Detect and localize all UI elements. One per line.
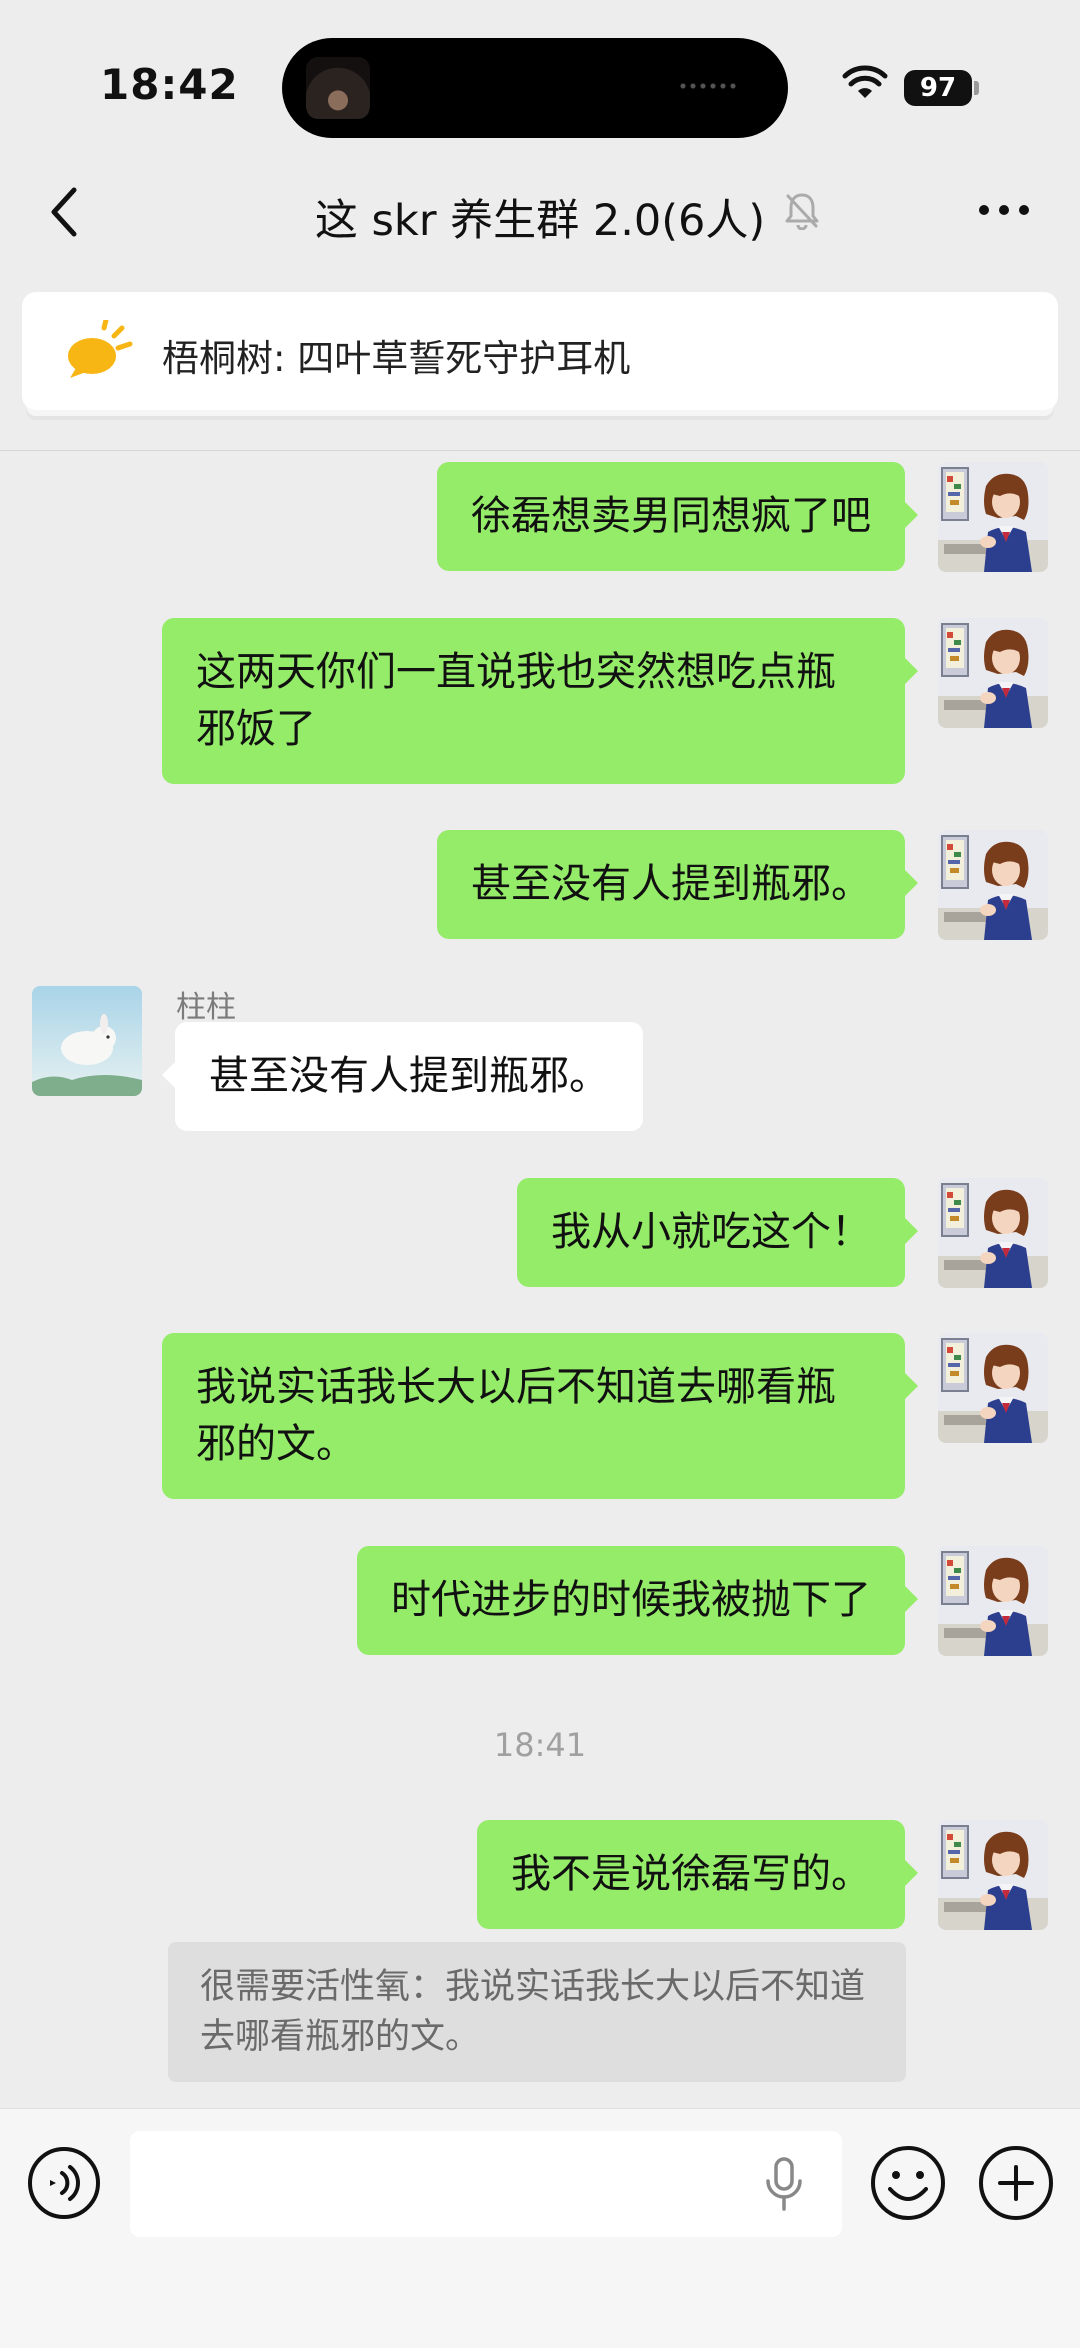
- chat-screen: 18:42 97 这 skr 养生群 2.0(6人) 梧桐树: 四叶草誓死守护耳…: [0, 0, 1080, 2348]
- anime-avatar-image: [938, 1820, 1048, 1930]
- avatar[interactable]: [938, 830, 1048, 940]
- message-bubble[interactable]: 甚至没有人提到瓶邪。: [162, 1022, 643, 1131]
- anime-avatar-image: [938, 462, 1048, 572]
- quoted-message[interactable]: 很需要活性氧：我说实话我长大以后不知道去哪看瓶邪的文。: [168, 1942, 906, 2082]
- avatar[interactable]: [938, 1820, 1048, 1930]
- message-timestamp: 18:41: [493, 1726, 587, 1764]
- anime-avatar-image: [938, 830, 1048, 940]
- anime-avatar-image: [938, 1178, 1048, 1288]
- avatar[interactable]: [938, 618, 1048, 728]
- now-playing-thumbnail: [306, 57, 370, 119]
- status-time: 18:42: [100, 60, 239, 109]
- plus-icon[interactable]: [976, 2143, 1056, 2223]
- sender-name: 柱柱: [176, 990, 236, 1025]
- audio-wave-icon: [678, 82, 738, 90]
- wifi-icon: [842, 65, 888, 98]
- megaphone-icon: [68, 320, 133, 378]
- avatar[interactable]: [938, 1333, 1048, 1443]
- microphone-icon[interactable]: [762, 2155, 806, 2215]
- message-bubble[interactable]: 我说实话我长大以后不知道去哪看瓶邪的文。: [162, 1333, 918, 1499]
- message-bubble[interactable]: 甚至没有人提到瓶邪。: [437, 830, 918, 939]
- avatar[interactable]: [938, 462, 1048, 572]
- chat-title: 这 skr 养生群 2.0(6人): [314, 196, 766, 246]
- input-bar: [0, 2108, 1080, 2348]
- anime-avatar-image: [938, 1333, 1048, 1443]
- avatar[interactable]: [938, 1546, 1048, 1656]
- message-bubble[interactable]: 这两天你们一直说我也突然想吃点瓶邪饭了: [162, 618, 918, 784]
- message-bubble[interactable]: 时代进步的时候我被抛下了: [357, 1546, 918, 1655]
- status-bar: 18:42 97: [0, 0, 1080, 150]
- pinned-text: 梧桐树: 四叶草誓死守护耳机: [162, 337, 631, 380]
- header-divider: [0, 450, 1080, 451]
- anime-avatar-image: [938, 618, 1048, 728]
- pinned-message[interactable]: 梧桐树: 四叶草誓死守护耳机: [22, 292, 1058, 410]
- bunny-avatar-image: [32, 986, 142, 1096]
- chat-header: 这 skr 养生群 2.0(6人): [0, 160, 1080, 260]
- voice-icon[interactable]: [26, 2145, 102, 2221]
- battery-indicator: 97: [904, 70, 972, 106]
- bell-off-icon: [785, 193, 819, 230]
- emoji-icon[interactable]: [868, 2143, 948, 2223]
- message-bubble[interactable]: 我不是说徐磊写的。: [477, 1820, 918, 1929]
- dynamic-island[interactable]: [282, 38, 788, 138]
- avatar[interactable]: [32, 986, 142, 1096]
- avatar[interactable]: [938, 1178, 1048, 1288]
- battery-tip: [974, 81, 979, 95]
- more-dots-icon[interactable]: [976, 200, 1032, 220]
- message-bubble[interactable]: 我从小就吃这个！: [517, 1178, 918, 1287]
- anime-avatar-image: [938, 1546, 1048, 1656]
- message-bubble[interactable]: 徐磊想卖男同想疯了吧: [437, 462, 918, 571]
- message-input[interactable]: [130, 2131, 842, 2237]
